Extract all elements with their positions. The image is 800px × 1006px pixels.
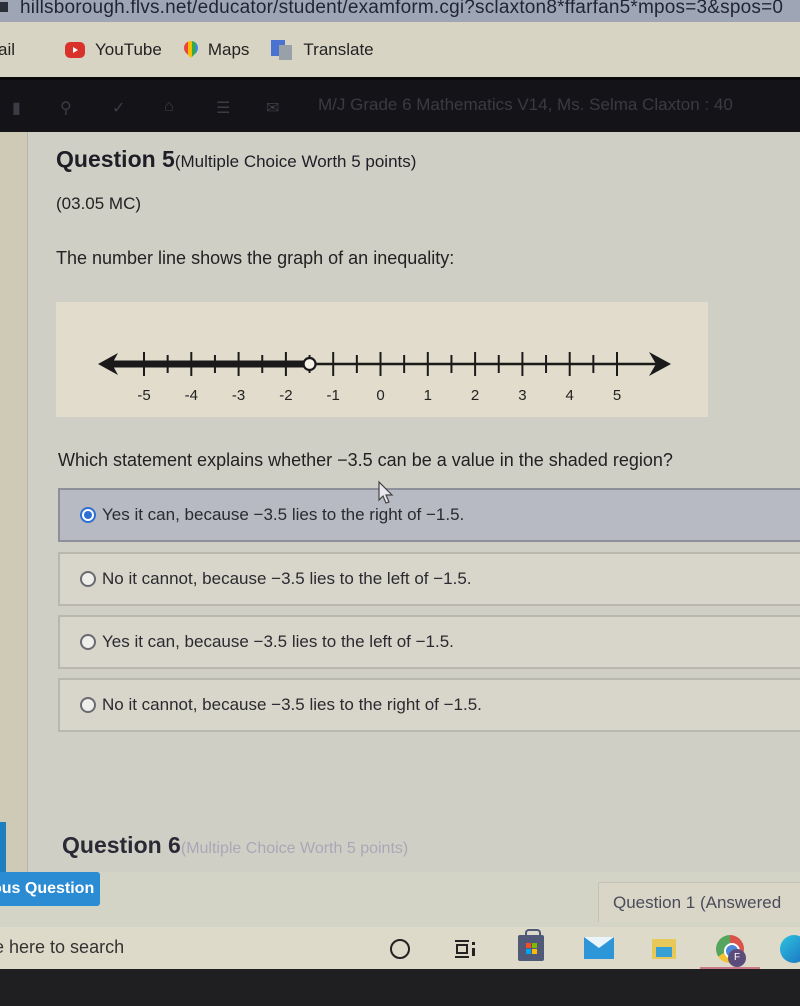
address-bar[interactable]: hillsborough.flvs.net/educator/student/e… (0, 0, 800, 22)
bookmark-youtube[interactable]: YouTube (65, 40, 162, 60)
bookmarks-bar: ail YouTube Maps Translate (0, 22, 800, 77)
question-stem: The number line shows the graph of an in… (56, 248, 455, 268)
bookmark-gmail[interactable]: ail (0, 40, 43, 60)
windows-taskbar: e here to search F (0, 927, 800, 969)
choice-label: Yes it can, because −3.5 lies to the rig… (102, 505, 465, 524)
left-sidebar-strip (0, 132, 28, 882)
edge-icon[interactable] (780, 935, 800, 963)
tick-label: 4 (566, 387, 574, 404)
mail-icon[interactable]: ✉ (266, 98, 279, 118)
question-type: (Multiple Choice Worth 5 points) (180, 840, 409, 857)
bookmark-label: Maps (207, 39, 250, 59)
question-6-header: Question 6(Multiple Choice Worth 5 point… (62, 832, 408, 859)
bookmark-translate[interactable]: Translate (271, 39, 374, 60)
tick-label: -1 (327, 387, 340, 404)
cortana-icon[interactable] (390, 939, 410, 959)
file-explorer-icon[interactable] (652, 939, 676, 959)
tick-label: 2 (471, 387, 479, 404)
previous-question-label: ous Question (0, 880, 95, 897)
radio-icon[interactable] (80, 571, 96, 587)
question-number: Question 5 (56, 146, 175, 172)
mouse-cursor-icon (378, 480, 394, 504)
number-line-figure: -5 -4 -3 -2 -1 0 1 2 3 4 5 (56, 302, 708, 417)
tick-label: 3 (518, 387, 526, 404)
answer-choice-b[interactable]: No it cannot, because −3.5 lies to the l… (58, 552, 800, 606)
youtube-icon (65, 41, 86, 58)
bookmark-maps[interactable]: Maps (184, 40, 250, 60)
chrome-profile-badge: F (728, 949, 746, 967)
home-icon[interactable]: ⌂ (164, 98, 174, 116)
tick-label: 0 (376, 387, 384, 404)
question-navigator[interactable]: Question 1 (Answered (598, 882, 800, 922)
choice-label: Yes it can, because −3.5 lies to the lef… (102, 632, 454, 651)
tick-label: -5 (137, 387, 150, 404)
question-5-header: Question 5(Multiple Choice Worth 5 point… (56, 146, 416, 173)
course-navbar: ▮ ⚲ ✓ ⌂ ☰ ✉ M/J Grade 6 Mathematics V14,… (0, 77, 800, 132)
open-circle-marker (302, 356, 317, 372)
radio-icon[interactable] (80, 697, 96, 713)
url-text[interactable]: hillsborough.flvs.net/educator/student/e… (20, 0, 783, 19)
list-icon[interactable]: ☰ (216, 98, 230, 118)
taskbar-search[interactable]: e here to search (0, 937, 124, 958)
question-number: Question 6 (62, 832, 181, 858)
maps-icon (184, 41, 198, 59)
question-prompt: Which statement explains whether −3.5 ca… (58, 450, 673, 470)
tick-label: -4 (185, 387, 198, 404)
bookmark-label: Translate (303, 39, 374, 59)
previous-question-button[interactable]: ous Question (0, 872, 100, 906)
question-code: (03.05 MC) (56, 194, 142, 213)
bookmark-label: ail (0, 39, 16, 59)
answer-choice-a[interactable]: Yes it can, because −3.5 lies to the rig… (58, 488, 800, 542)
translate-icon (271, 39, 293, 60)
number-line-svg: -5 -4 -3 -2 -1 0 1 2 3 4 5 (98, 352, 671, 404)
chrome-icon[interactable]: F (716, 935, 746, 967)
tick-label: 5 (613, 387, 621, 404)
store-icon[interactable] (518, 929, 544, 961)
tick-label: -2 (279, 387, 292, 404)
question-type: (Multiple Choice Worth 5 points) (174, 152, 417, 171)
mail-app-icon[interactable] (584, 937, 614, 959)
exam-content: Question 5(Multiple Choice Worth 5 point… (0, 132, 800, 927)
bookmark-label: YouTube (95, 39, 162, 59)
screen-bezel (0, 969, 800, 1006)
lock-icon (0, 2, 8, 12)
choice-label: No it cannot, because −3.5 lies to the r… (102, 695, 482, 714)
task-view-icon[interactable] (454, 939, 476, 959)
check-icon[interactable]: ✓ (112, 98, 125, 118)
course-title: M/J Grade 6 Mathematics V14, Ms. Selma C… (318, 95, 733, 114)
tick-label: 1 (424, 387, 432, 404)
radio-icon[interactable] (80, 634, 96, 650)
answer-choice-d[interactable]: No it cannot, because −3.5 lies to the r… (58, 678, 800, 732)
answer-choice-c[interactable]: Yes it can, because −3.5 lies to the lef… (58, 615, 800, 669)
search-icon[interactable]: ⚲ (60, 98, 72, 118)
exam-footer: ous Question Question 1 (Answered (0, 872, 800, 927)
choice-label: No it cannot, because −3.5 lies to the l… (102, 569, 472, 588)
menu-icon[interactable]: ▮ (12, 98, 21, 118)
tick-label: -3 (232, 387, 245, 404)
radio-selected-icon[interactable] (80, 507, 96, 523)
